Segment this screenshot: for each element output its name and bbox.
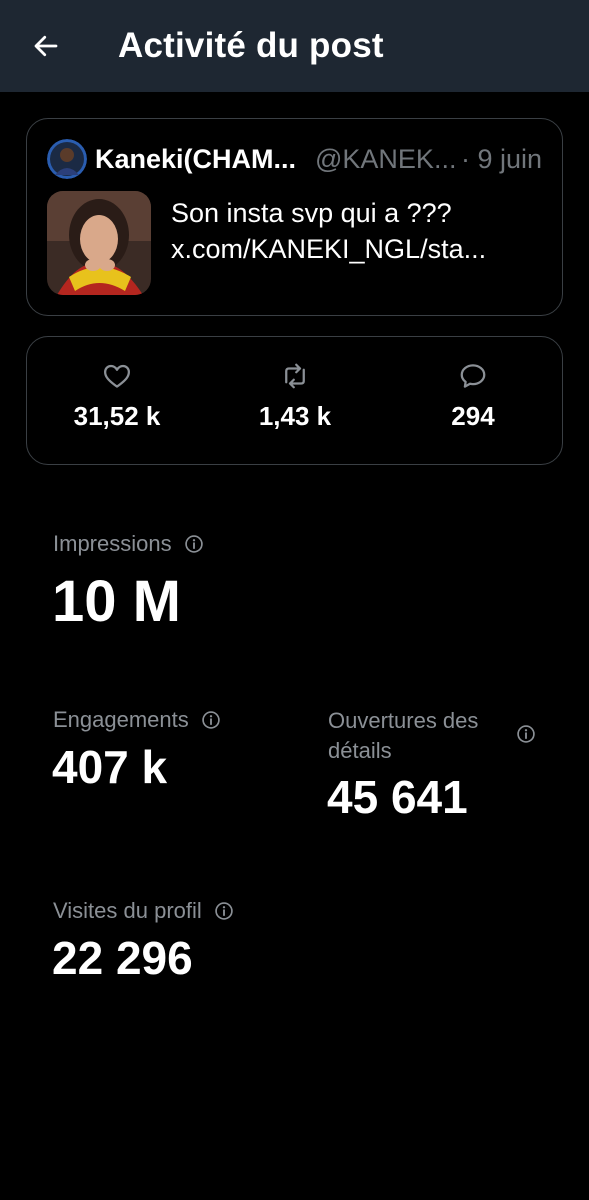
detail-expands-label: Ouvertures des détails (328, 706, 478, 766)
top-app-bar: Activité du post (0, 0, 589, 92)
back-button[interactable] (22, 22, 70, 70)
post-date: · 9 juin (461, 144, 543, 174)
impressions-label: Impressions (53, 530, 204, 557)
author-handle: @KANEK... (315, 144, 457, 174)
profile-visits-label: Visites du profil (53, 897, 234, 924)
replies-metric: 294 (403, 361, 543, 432)
reply-icon (460, 364, 486, 388)
repost-icon (285, 363, 305, 389)
post-text-line: Son insta svp qui a ??? (171, 198, 452, 228)
heart-icon (104, 364, 130, 388)
impressions-value: 10 M (52, 569, 181, 634)
avatar[interactable] (47, 139, 87, 179)
profile-visits-label-text: Visites du profil (53, 898, 202, 924)
post-preview-card[interactable]: Kaneki(CHAM... @KANEK... · 9 juin Son in… (26, 118, 563, 316)
post-link[interactable]: x.com/KANEKI_NGL/sta... (171, 231, 486, 267)
reposts-count: 1,43 k (258, 401, 332, 431)
info-icon[interactable] (184, 534, 204, 554)
info-icon[interactable] (516, 724, 536, 744)
detail-expands-label-line: détails (328, 738, 392, 763)
engagements-label: Engagements (53, 706, 221, 733)
engagements-label-text: Engagements (53, 707, 189, 733)
detail-expands-label-line: Ouvertures des (328, 708, 479, 733)
impressions-label-text: Impressions (53, 531, 172, 557)
likes-metric: 31,52 k (47, 361, 187, 432)
replies-count: 294 (451, 401, 495, 431)
info-icon[interactable] (214, 901, 234, 921)
engagements-value: 407 k (52, 741, 168, 793)
page-title: Activité du post (118, 26, 384, 65)
arrow-left-icon (34, 35, 58, 57)
info-icon[interactable] (201, 710, 221, 730)
detail-expands-value: 45 641 (327, 771, 468, 823)
post-text: Son insta svp qui a ??? x.com/KANEKI_NGL… (171, 195, 486, 267)
likes-count: 31,52 k (73, 401, 161, 431)
engagement-metrics-card: 31,52 k 1,43 k 294 (26, 336, 563, 465)
post-media-thumbnail[interactable] (47, 191, 151, 295)
author-name[interactable]: Kaneki(CHAM... (95, 144, 296, 175)
reposts-metric: 1,43 k (225, 361, 365, 432)
profile-visits-value: 22 296 (52, 932, 193, 984)
